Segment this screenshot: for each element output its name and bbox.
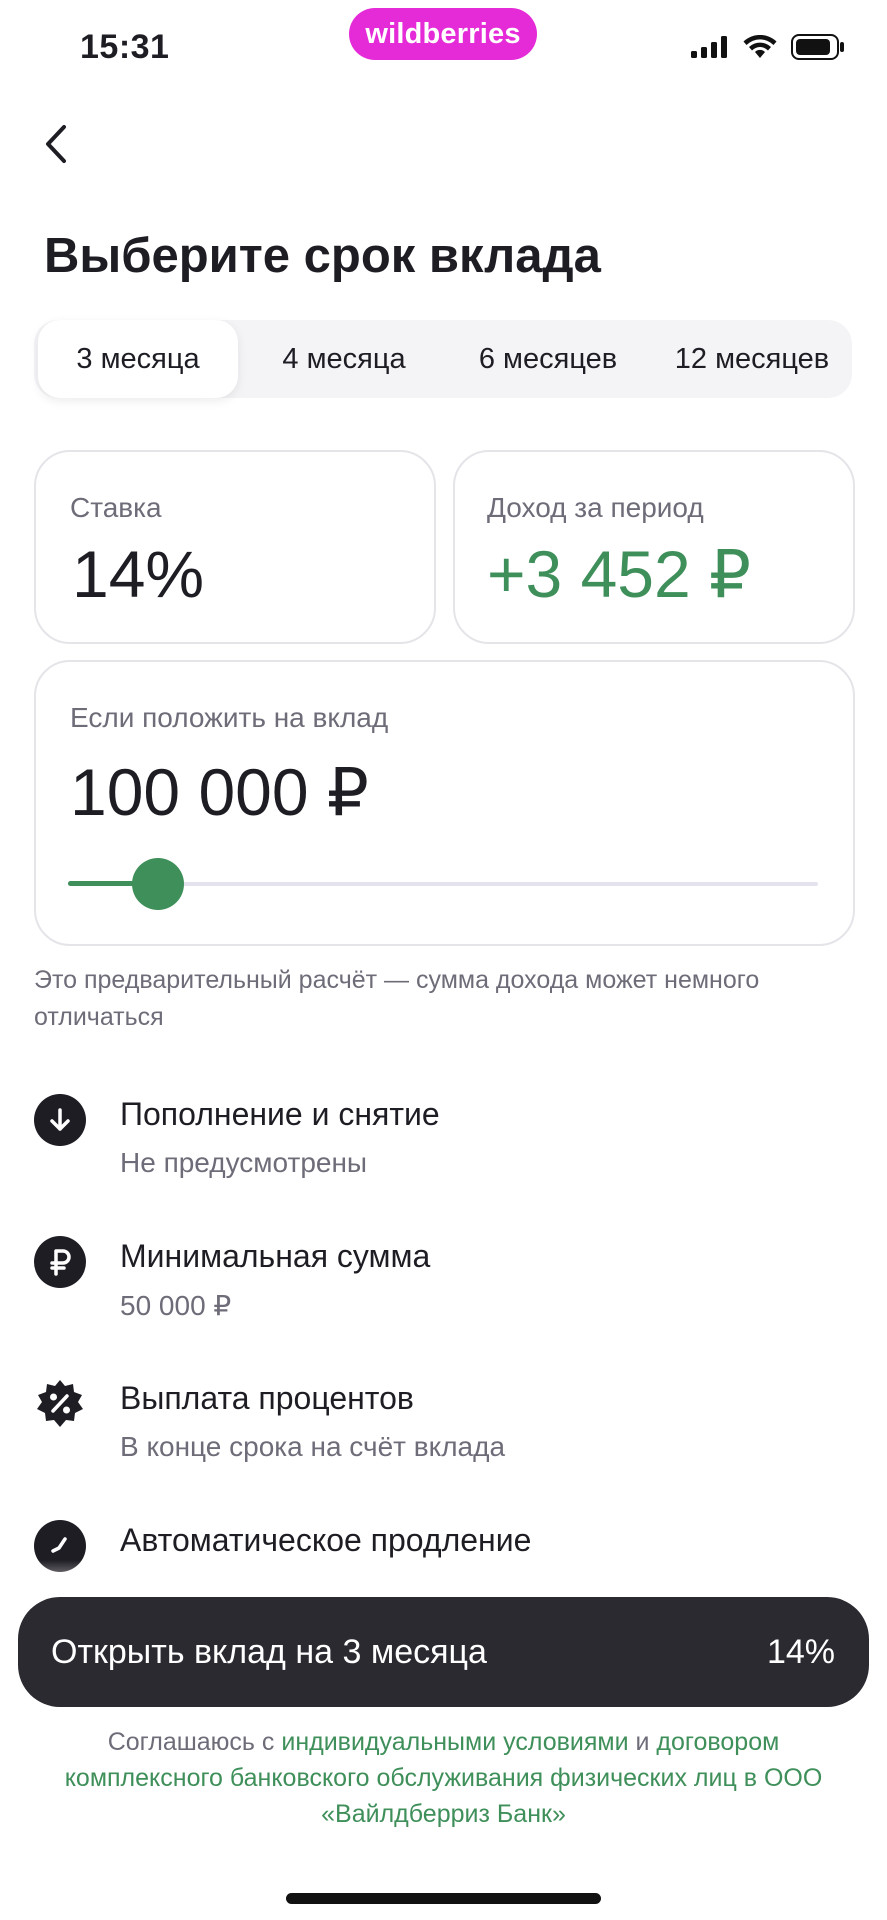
term-tabs: 3 месяца 4 месяца 6 месяцев 12 месяцев: [34, 320, 852, 398]
amount-slider-thumb[interactable]: [132, 858, 184, 910]
feature-item: [34, 1236, 86, 1288]
ruble-icon: [34, 1236, 86, 1288]
feature-subtitle: 50 000 ₽: [120, 1290, 232, 1321]
feature-subtitle: В конце срока на счёт вклада: [120, 1431, 506, 1462]
page-title: Выберите срок вклада: [44, 229, 601, 283]
tab-3-months[interactable]: 3 месяца: [38, 320, 238, 398]
consent-middle: и: [628, 1728, 657, 1756]
feature-subtitle: Не предусмотрены: [120, 1147, 368, 1178]
battery-icon: [791, 34, 845, 65]
chevron-left-icon: [43, 124, 69, 169]
amount-label: Если положить на вклад: [70, 702, 389, 733]
feature-item: [34, 1378, 86, 1430]
consent-text: Соглашаюсь с индивидуальными условиями и…: [60, 1724, 827, 1832]
tab-12-months[interactable]: 12 месяцев: [652, 320, 852, 398]
rate-label: Ставка: [70, 492, 162, 523]
income-card: Доход за период +3 452 ₽: [453, 450, 855, 644]
income-label: Доход за период: [487, 492, 704, 523]
amount-value[interactable]: 100 000 ₽: [70, 754, 369, 831]
feature-item: [34, 1094, 86, 1146]
back-button[interactable]: [32, 118, 80, 174]
feature-title: Автоматическое продление: [120, 1522, 532, 1558]
home-indicator[interactable]: [286, 1893, 601, 1904]
status-icons: [691, 34, 845, 65]
wifi-icon: [743, 34, 777, 64]
status-time: 15:31: [80, 28, 170, 66]
open-deposit-button[interactable]: Открыть вклад на 3 месяца 14%: [18, 1597, 869, 1707]
feature-title: Минимальная сумма: [120, 1238, 431, 1274]
signal-icon: [691, 36, 729, 63]
open-deposit-rate: 14%: [766, 1633, 835, 1671]
individual-terms-link[interactable]: индивидуальными условиями: [281, 1728, 628, 1756]
income-value: +3 452 ₽: [487, 537, 752, 611]
rate-value: 14%: [72, 537, 205, 611]
estimate-note: Это предварительный расчёт — сумма доход…: [34, 966, 760, 1031]
arrow-down-icon: [34, 1094, 86, 1146]
tab-6-months[interactable]: 6 месяцев: [448, 320, 648, 398]
open-deposit-label: Открыть вклад на 3 месяца: [51, 1633, 487, 1671]
consent-prefix: Соглашаюсь с: [107, 1728, 282, 1756]
percent-badge-icon: [34, 1378, 86, 1430]
feature-title: Пополнение и снятие: [120, 1096, 440, 1132]
tab-4-months[interactable]: 4 месяца: [244, 320, 444, 398]
feature-title: Выплата процентов: [120, 1380, 414, 1416]
brand-logo: wildberries: [349, 8, 537, 60]
rate-card: Ставка 14%: [34, 450, 436, 644]
